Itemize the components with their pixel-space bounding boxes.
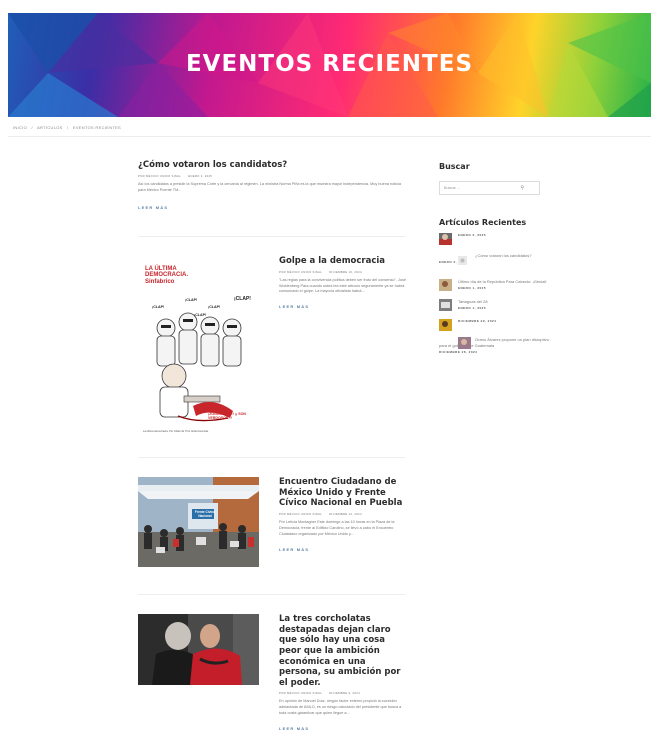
post-body: Golpe a la democracia Por México Unido S… [279,256,407,313]
read-more-link[interactable]: LEER MÁS [279,547,309,552]
breadcrumb: Inicio / Artículos / Eventos Recientes [13,125,124,130]
post-date: Diciembre 9, 2024 [329,691,360,696]
cartoon-bubble: ¡CLAP! [152,305,165,309]
recent-article-thumbnail[interactable] [439,233,452,245]
recent-article-thumbnail[interactable] [458,337,471,349]
post-meta: Por México Unido Sinal Diciembre 9, 2024 [279,691,407,695]
breadcrumb-separator: / [67,125,69,130]
recent-article-title[interactable]: Grano Álvarez propone un plan disruptivo… [439,337,549,349]
post-card: Frente Cívico Nacional Encuentro Ciudada… [138,477,408,577]
read-more-link[interactable]: LEER MÁS [138,205,168,210]
cartoon-bubble: ¡CLAP! [194,313,207,317]
post-date: Enero 2, 2025 [188,173,213,178]
post-date: Diciembre 16, 2024 [329,269,362,274]
post-title[interactable]: Encuentro Ciudadano de México Unido y Fr… [279,477,407,509]
search-placeholder: Buscar ... [444,186,461,190]
recent-article[interactable]: Enero 3, 2025 [439,233,549,247]
breadcrumb-separator: / [31,125,33,130]
recent-article-date: Diciembre 26, 2024 [439,349,478,354]
recent-article-date: Enero 1, 2025 [458,285,487,290]
post-title[interactable]: Golpe a la democracia [279,256,407,267]
recent-article-thumbnail[interactable] [439,319,452,331]
search-heading: Buscar [439,162,470,171]
recent-article[interactable]: Diciembre 29, 2024 [439,319,549,331]
post-body: Encuentro Ciudadano de México Unido y Fr… [279,477,407,556]
recent-article-date: Enero 3, 2025 [458,233,487,237]
post-thumbnail-photo[interactable] [138,614,259,685]
post-thumbnail-cartoon[interactable]: LA ÚLTIMA DEMOCRACIA. Sinfabrico ¡CLAP! … [138,256,264,437]
post-meta: Por México Unido Sinal Enero 2, 2025 [138,174,408,178]
post-card: LA ÚLTIMA DEMOCRACIA. Sinfabrico ¡CLAP! … [138,256,408,441]
recent-article-title[interactable]: Último día de la República Para Cabecto:… [458,279,549,285]
post-body: La tres corcholatas destapadas dejan cla… [279,614,407,735]
read-more-link[interactable]: LEER MÁS [279,304,309,309]
recent-article-title[interactable]: ¿Cómo votaron los candidatos? [475,253,549,259]
cartoon-bubble: ¡CLAP! [234,296,251,302]
recent-article[interactable]: Tartaguas del 28 Enero 1, 2025 [439,299,549,313]
recent-article-date: Enero 1, 2025 [458,305,487,310]
recent-article[interactable]: Grano Álvarez propone un plan disruptivo… [439,337,549,354]
post-author[interactable]: Por México Unido Sinal [279,512,322,516]
featured-post: ¿Cómo votaron los candidatos? Por México… [138,160,408,214]
cartoon-caption: La última democracia. Por Chalo de Tlmt.… [143,430,209,433]
recent-article-thumbnail[interactable] [439,299,452,311]
post-divider [138,594,405,595]
post-title[interactable]: La tres corcholatas destapadas dejan cla… [279,614,407,688]
header-divider [8,136,651,137]
breadcrumb-articles[interactable]: Artículos [37,125,63,130]
cartoon-sign: ¡ZONGAATAS!! ¡¡ SON VERDOSOS !! [208,412,246,421]
cartoon-headline: LA ÚLTIMA DEMOCRACIA. Sinfabrico [145,266,188,285]
post-author[interactable]: Por México Unido Sinal [138,174,181,178]
post-excerpt: Por Leticia Montagner Este domingo a las… [279,519,395,536]
post-divider [138,236,405,237]
post-thumbnail-photo[interactable]: Frente Cívico Nacional [138,477,259,567]
search-icon[interactable]: ⚲ [520,185,524,191]
hero-banner: EVENTOS RECIENTES [8,13,651,117]
post-excerpt: "Las reglas para la convivencia política… [279,277,407,294]
post-meta: Por México Unido Sinal Diciembre 12, 202… [279,512,407,516]
post-excerpt: Así los candidatos a presidir la Suprema… [138,181,401,192]
cartoon-bubble: ¡CLAP! [185,298,198,302]
recent-article[interactable]: Último día de la República Para Cabecto:… [439,279,549,293]
post-author[interactable]: Por México Unido Sinal [279,270,322,274]
post-author[interactable]: Por México Unido Sinal [279,691,322,695]
recent-articles-heading: Artículos Recientes [439,218,527,227]
page-title: EVENTOS RECIENTES [185,51,474,77]
recent-article-date: Enero 2, 2025 [439,259,468,264]
breadcrumb-home[interactable]: Inicio [13,125,27,130]
post-title[interactable]: ¿Cómo votaron los candidatos? [138,160,408,171]
breadcrumb-current: Eventos Recientes [72,125,122,130]
recent-article[interactable]: ¿Cómo votaron los candidatos? Enero 2, 2… [439,253,549,273]
post-date: Diciembre 12, 2024 [329,511,362,516]
post-meta: Por México Unido Sinal Diciembre 16, 202… [279,270,407,274]
cartoon-bubble: ¡CLAP! [208,305,221,309]
recent-article-thumbnail[interactable] [458,256,467,265]
search-input[interactable]: Buscar ... ⚲ [439,181,540,195]
post-excerpt: En opinión de Manuel Díaz, ningún factor… [279,699,402,716]
post-card: La tres corcholatas destapadas dejan cla… [138,614,408,749]
photo-banner-text: Frente Cívico Nacional [194,510,216,518]
sidebar: Buscar Buscar ... ⚲ Artículos Recientes … [439,162,549,354]
recent-article-thumbnail[interactable] [439,279,452,291]
recent-article-title[interactable]: Tartaguas del 28 [458,299,549,305]
post-divider [138,457,405,458]
recent-article-date: Diciembre 29, 2024 [458,319,497,323]
read-more-link[interactable]: LEER MÁS [279,726,309,731]
